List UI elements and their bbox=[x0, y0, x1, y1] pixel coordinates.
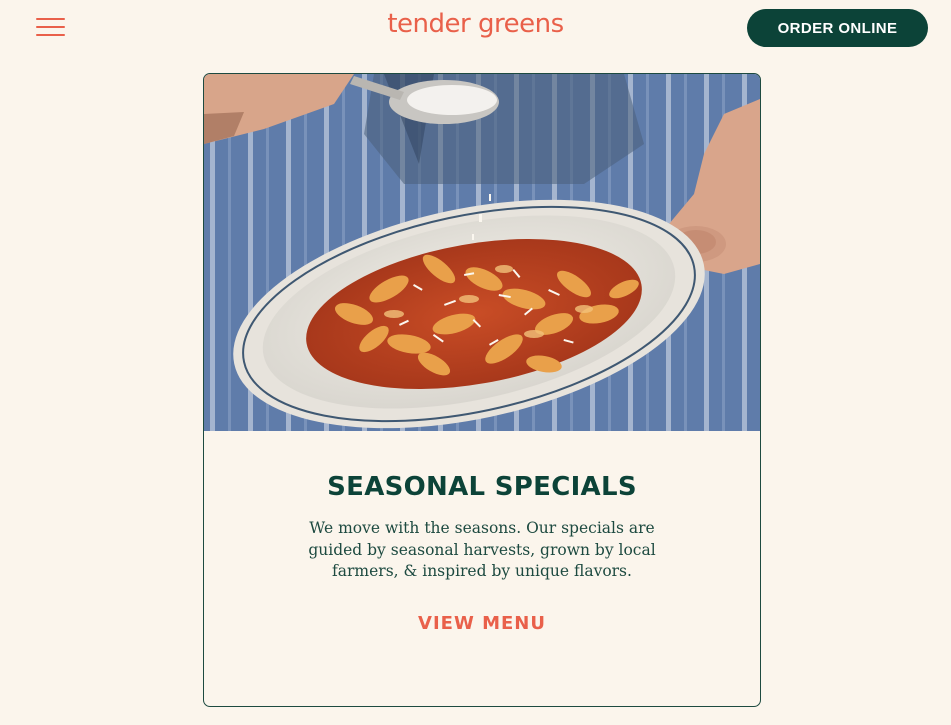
view-menu-link[interactable]: VIEW MENU bbox=[204, 613, 760, 634]
order-online-button[interactable]: ORDER ONLINE bbox=[747, 9, 928, 47]
page: tender greens ORDER ONLINE SEASONAL SPEC… bbox=[0, 0, 951, 725]
pasta-bowl-photo bbox=[204, 74, 760, 431]
card-description: We move with the seasons. Our specials a… bbox=[308, 519, 656, 580]
seasonal-specials-card: SEASONAL SPECIALS We move with the seaso… bbox=[203, 73, 761, 707]
card-title: SEASONAL SPECIALS bbox=[327, 472, 637, 502]
